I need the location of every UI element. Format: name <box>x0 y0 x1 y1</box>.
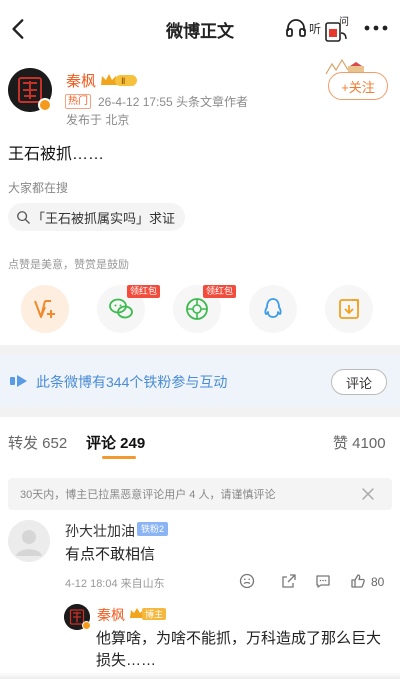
v-plus-icon <box>34 300 55 318</box>
post-location: 发布于 北京 <box>66 113 130 127</box>
page-title: 微博正文 <box>166 21 234 41</box>
search-suggestion-chip[interactable]: 「王石被抓属实吗」求证 <box>8 203 186 231</box>
post-meta: 26-4-12 17:55 头条文章作者 <box>98 95 249 109</box>
hot-tag: 热门 <box>65 94 91 109</box>
reply-text: 他算啥，为啥不能抓，万科造成了那么巨大损失…… <box>96 630 382 669</box>
listen-label: 听 <box>309 21 322 36</box>
qq-share-button[interactable] <box>249 285 297 333</box>
redpack-badge-moments: 领红包 <box>203 285 237 298</box>
emoji-reaction-icon[interactable] <box>239 573 255 589</box>
vip-level: Ⅱ <box>121 77 125 87</box>
fans-comment-button[interactable]: 评论 <box>331 369 387 395</box>
comment-notice: 30天内，博主已拉黑恶意评论用户 4 人，请谨慎评论 <box>8 478 392 510</box>
qq-icon <box>264 298 282 318</box>
reward-v-button[interactable] <box>21 285 69 333</box>
author-name[interactable]: 秦枫 <box>66 70 96 91</box>
fan-level-badge: 铁粉2 <box>137 522 169 536</box>
verified-badge-icon <box>38 98 52 112</box>
search-icon <box>17 211 30 224</box>
tab-repost[interactable]: 转发 652 <box>8 432 67 453</box>
reply-author-name[interactable]: 秦枫 <box>97 605 125 625</box>
tab-indicator <box>102 456 136 459</box>
moments-icon <box>186 298 208 320</box>
bottom-edge <box>0 672 400 679</box>
close-icon[interactable] <box>360 486 376 502</box>
follow-button[interactable]: +关注 <box>328 72 388 100</box>
comment-meta: 4-12 18:04 来自山东 <box>65 578 165 590</box>
tab-like[interactable]: 赞 4100 <box>333 432 386 453</box>
comment-icon[interactable] <box>315 573 331 589</box>
vip-crown-icon[interactable]: Ⅱ <box>100 72 140 88</box>
section-divider <box>0 407 400 417</box>
default-avatar-icon <box>8 520 50 562</box>
search-section-label: 大家都在搜 <box>8 181 69 195</box>
listen-button[interactable]: 听 <box>284 16 321 40</box>
section-divider <box>0 345 400 355</box>
wechat-icon <box>109 298 133 319</box>
author-badge-icon: 博主 <box>130 608 166 621</box>
author-badge-label: 博主 <box>145 609 163 621</box>
tab-comment[interactable]: 评论 249 <box>86 432 145 453</box>
comment-like-count: 80 <box>371 575 385 589</box>
reward-label: 点赞是美意，赞赏是鼓励 <box>8 259 129 271</box>
save-image-button[interactable] <box>325 285 373 333</box>
save-image-icon <box>339 299 359 319</box>
post-text: 王石被抓…… <box>8 146 105 163</box>
more-icon[interactable] <box>362 20 390 36</box>
share-icon[interactable] <box>281 573 297 589</box>
search-chip-text: 「王石被抓属实吗」求证 <box>32 210 176 226</box>
comment-text: 有点不敢相信 <box>65 546 156 563</box>
redpack-badge-wechat: 领红包 <box>127 285 161 298</box>
ask-icon[interactable]: 问 <box>324 15 350 43</box>
fans-bar-text: 此条微博有344个铁粉参与互动 <box>36 374 228 390</box>
headphones-icon <box>286 19 306 37</box>
commenter-avatar[interactable] <box>8 520 50 562</box>
verified-badge-icon <box>82 621 91 630</box>
fans-interaction-bar: 此条微博有344个铁粉参与互动 评论 <box>0 355 400 407</box>
back-arrow-icon[interactable] <box>6 16 32 42</box>
commenter-name[interactable]: 孙大壮加油 <box>65 521 135 541</box>
thumbs-up-icon[interactable] <box>350 573 366 589</box>
fans-arrow-icon <box>10 375 27 387</box>
top-bar: 微博正文 听 问 <box>0 0 400 58</box>
ask-label: 问 <box>339 15 349 28</box>
